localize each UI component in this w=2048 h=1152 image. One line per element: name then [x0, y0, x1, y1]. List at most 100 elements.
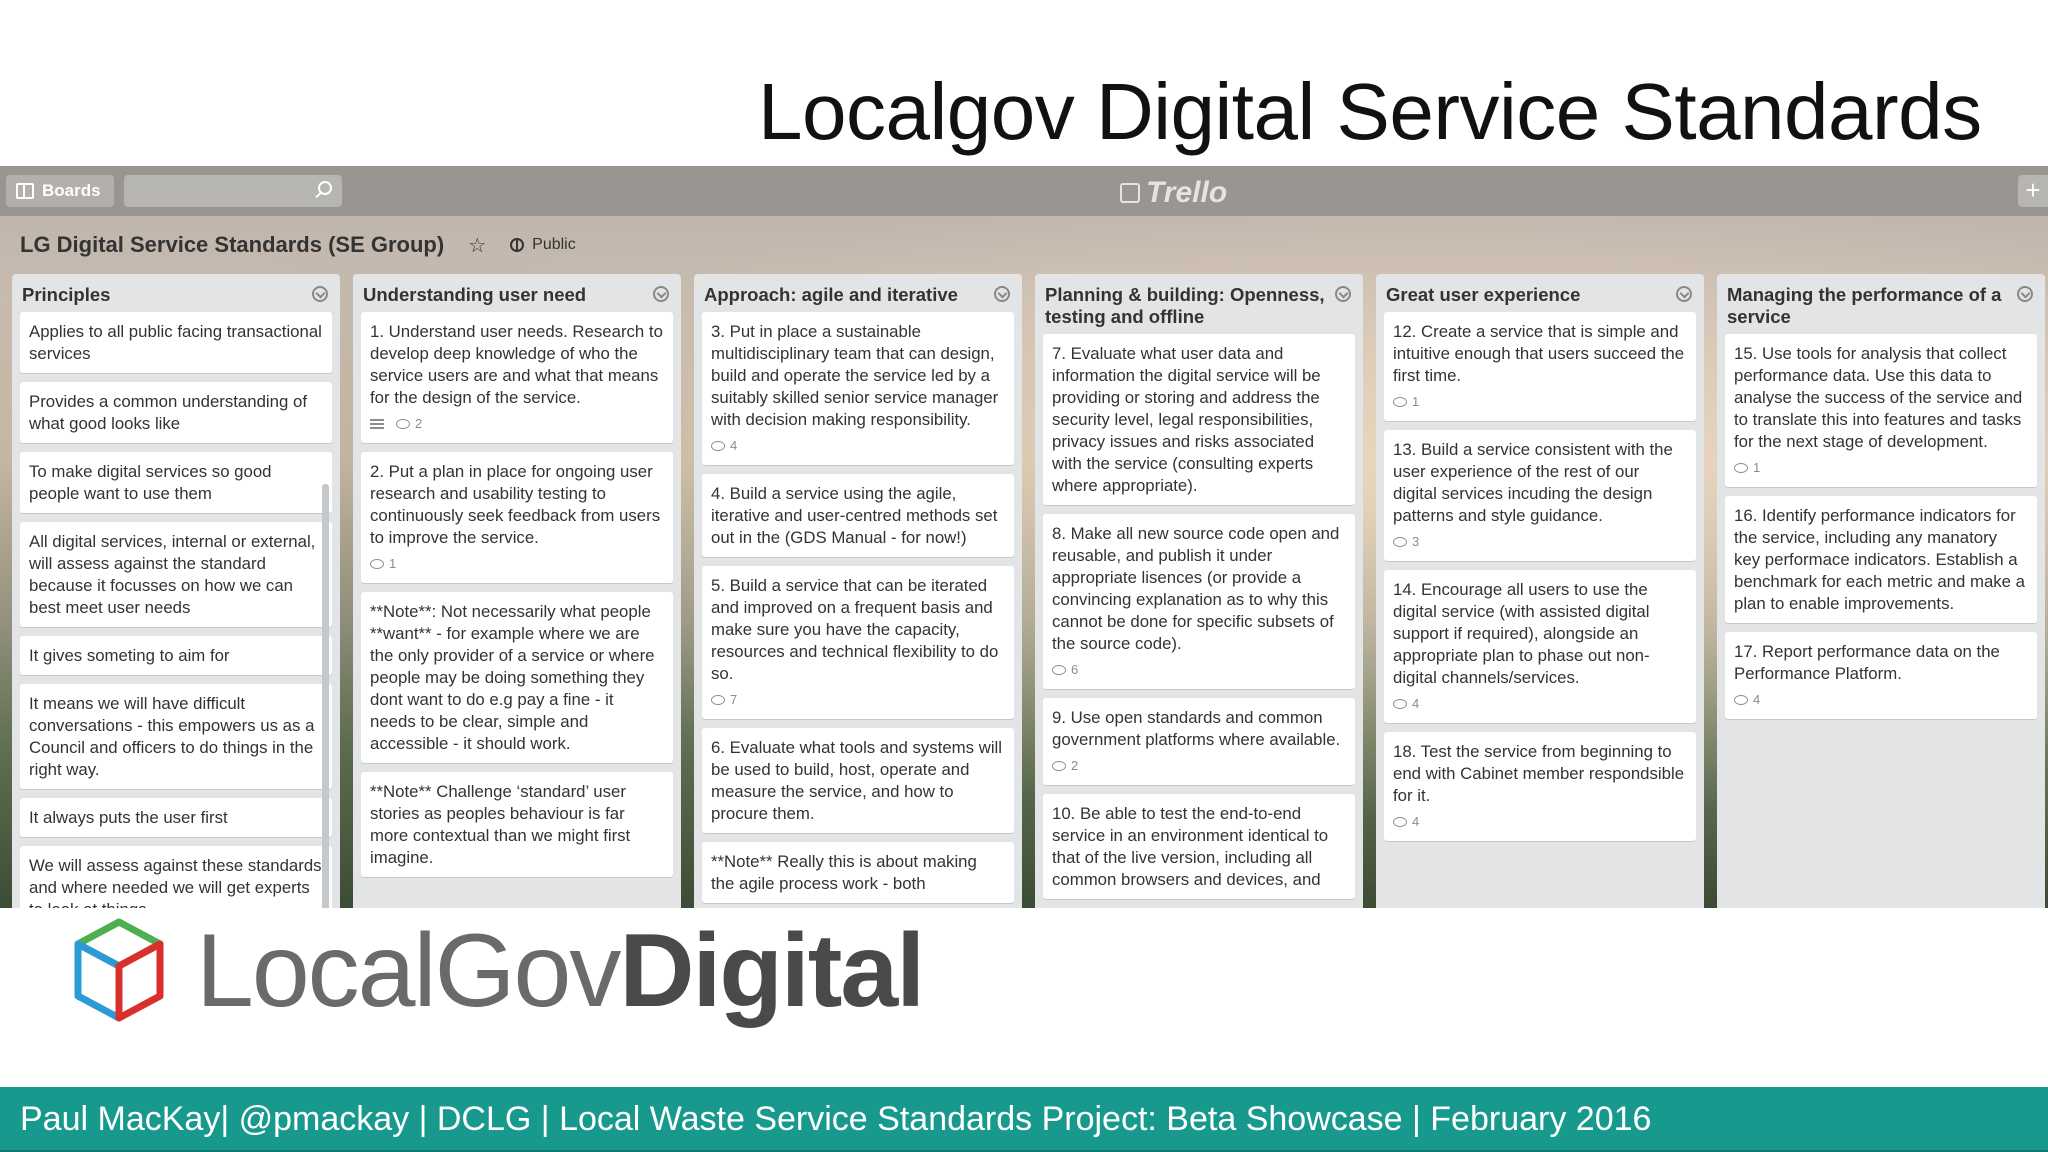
card-badges: 1 [1734, 457, 2027, 479]
card[interactable]: Provides a common understanding of what … [20, 382, 332, 443]
card[interactable]: 17. Report performance data on the Perfo… [1725, 632, 2037, 719]
card[interactable]: 16. Identify performance indicators for … [1725, 496, 2037, 623]
card-text: 18. Test the service from beginning to e… [1393, 742, 1685, 805]
footer-bar: Paul MacKay| @pmackay | DCLG | Local Was… [0, 1087, 2048, 1152]
boards-label: Boards [42, 181, 101, 200]
card-text: 10. Be able to test the end-to-end servi… [1052, 804, 1329, 889]
card-text: Applies to all public facing transaction… [29, 322, 322, 363]
globe-icon [510, 238, 525, 252]
card-text: 14. Encourage all users to use the digit… [1393, 580, 1650, 687]
card[interactable]: 12. Create a service that is simple and … [1384, 312, 1696, 421]
board-title[interactable]: LG Digital Service Standards (SE Group) [20, 232, 444, 258]
comment-icon [711, 695, 725, 705]
list-menu-icon[interactable] [1335, 286, 1351, 302]
boards-button[interactable]: Boards [6, 175, 114, 207]
comment-icon [711, 441, 725, 451]
comment-count: 4 [1753, 692, 1761, 707]
comment-badge: 4 [1393, 693, 1419, 715]
list-title[interactable]: Principles [20, 274, 332, 312]
card-text: 16. Identify performance indicators for … [1734, 506, 2026, 613]
card[interactable]: **Note** Challenge ‘standard’ user stori… [361, 772, 673, 877]
card[interactable]: It gives someting to aim for [20, 636, 332, 675]
board-header: LG Digital Service Standards (SE Group) … [20, 232, 576, 258]
card-badges: 4 [1393, 811, 1686, 833]
list-menu-icon[interactable] [994, 286, 1010, 302]
card-text: **Note** Challenge ‘standard’ user stori… [370, 782, 631, 867]
card[interactable]: **Note**: Not necessarily what people **… [361, 592, 673, 763]
star-icon[interactable]: ☆ [468, 233, 486, 258]
card-text: 3. Put in place a sustainable multidisci… [711, 322, 999, 429]
card[interactable]: 5. Build a service that can be iterated … [702, 566, 1014, 719]
comment-icon [1393, 817, 1407, 827]
list-title[interactable]: Planning & building: Openness, testing a… [1043, 274, 1355, 334]
localgovdigital-cube-icon [74, 918, 164, 1022]
card-text: 8. Make all new source code open and reu… [1052, 524, 1340, 653]
card[interactable]: 7. Evaluate what user data and informati… [1043, 334, 1355, 505]
list-title[interactable]: Managing the performance of a service [1725, 274, 2037, 334]
comment-count: 4 [1412, 814, 1420, 829]
card-text: 15. Use tools for analysis that collect … [1734, 344, 2023, 451]
card[interactable]: Applies to all public facing transaction… [20, 312, 332, 373]
card-badges: 2 [1052, 755, 1345, 777]
card-text: It means we will have difficult conversa… [29, 694, 315, 779]
list-title[interactable]: Great user experience [1384, 274, 1696, 312]
boards-icon [16, 183, 34, 199]
list-menu-icon[interactable] [312, 286, 328, 302]
list-title[interactable]: Understanding user need [361, 274, 673, 312]
list-column: Principles Applies to all public facing t… [12, 274, 340, 908]
list-column: Planning & building: Openness, testing a… [1035, 274, 1363, 908]
visibility-button[interactable]: Public [510, 236, 576, 254]
add-icon[interactable]: + [2018, 175, 2048, 207]
visibility-label: Public [532, 236, 576, 253]
comment-badge: 4 [711, 435, 737, 457]
card[interactable]: 2. Put a plan in place for ongoing user … [361, 452, 673, 583]
card[interactable]: 6. Evaluate what tools and systems will … [702, 728, 1014, 833]
list-title-text: Planning & building: Openness, testing a… [1045, 284, 1325, 327]
comment-count: 2 [415, 416, 423, 431]
trello-screenshot: Boards Trello + LG Digital Service Stand… [0, 166, 2048, 908]
card[interactable]: It always puts the user first [20, 798, 332, 837]
card[interactable]: 3. Put in place a sustainable multidisci… [702, 312, 1014, 465]
search-icon[interactable] [318, 181, 332, 195]
comment-icon [396, 419, 410, 429]
card-badges: 2 [370, 413, 663, 435]
comment-count: 4 [1412, 696, 1420, 711]
list-menu-icon[interactable] [2017, 286, 2033, 302]
card[interactable]: **Note** Really this is about making the… [702, 842, 1014, 903]
comment-badge: 2 [1052, 755, 1078, 777]
card-text: 5. Build a service that can be iterated … [711, 576, 999, 683]
list-column: Great user experience 12. Create a servic… [1376, 274, 1704, 908]
card[interactable]: 14. Encourage all users to use the digit… [1384, 570, 1696, 723]
list-column: Approach: agile and iterative 3. Put in p… [694, 274, 1022, 908]
card-text: 12. Create a service that is simple and … [1393, 322, 1685, 385]
list-title-text: Principles [22, 284, 111, 305]
card[interactable]: 9. Use open standards and common governm… [1043, 698, 1355, 785]
comment-count: 1 [1412, 394, 1420, 409]
list-title[interactable]: Approach: agile and iterative [702, 274, 1014, 312]
comment-badge: 6 [1052, 659, 1078, 681]
comment-badge: 4 [1393, 811, 1419, 833]
search-input[interactable] [124, 175, 342, 207]
trello-topbar: Boards Trello + [0, 166, 2048, 216]
comment-badge: 1 [1734, 457, 1760, 479]
card[interactable]: 8. Make all new source code open and reu… [1043, 514, 1355, 689]
card-badges: 6 [1052, 659, 1345, 681]
card-text: 2. Put a plan in place for ongoing user … [370, 462, 661, 547]
card-badges: 1 [370, 553, 663, 575]
trello-logo[interactable]: Trello [1120, 176, 1227, 210]
card[interactable]: 13. Build a service consistent with the … [1384, 430, 1696, 561]
card[interactable]: 15. Use tools for analysis that collect … [1725, 334, 2037, 487]
list-menu-icon[interactable] [653, 286, 669, 302]
list-scrollbar[interactable] [322, 484, 329, 908]
list-title-text: Approach: agile and iterative [704, 284, 958, 305]
card[interactable]: All digital services, internal or extern… [20, 522, 332, 627]
card[interactable]: It means we will have difficult conversa… [20, 684, 332, 789]
comment-badge: 2 [396, 413, 422, 435]
list-menu-icon[interactable] [1676, 286, 1692, 302]
card[interactable]: 10. Be able to test the end-to-end servi… [1043, 794, 1355, 899]
card[interactable]: To make digital services so good people … [20, 452, 332, 513]
card[interactable]: 18. Test the service from beginning to e… [1384, 732, 1696, 841]
card[interactable]: We will assess against these standards a… [20, 846, 332, 908]
card[interactable]: 4. Build a service using the agile, iter… [702, 474, 1014, 557]
card[interactable]: 1. Understand user needs. Research to de… [361, 312, 673, 443]
